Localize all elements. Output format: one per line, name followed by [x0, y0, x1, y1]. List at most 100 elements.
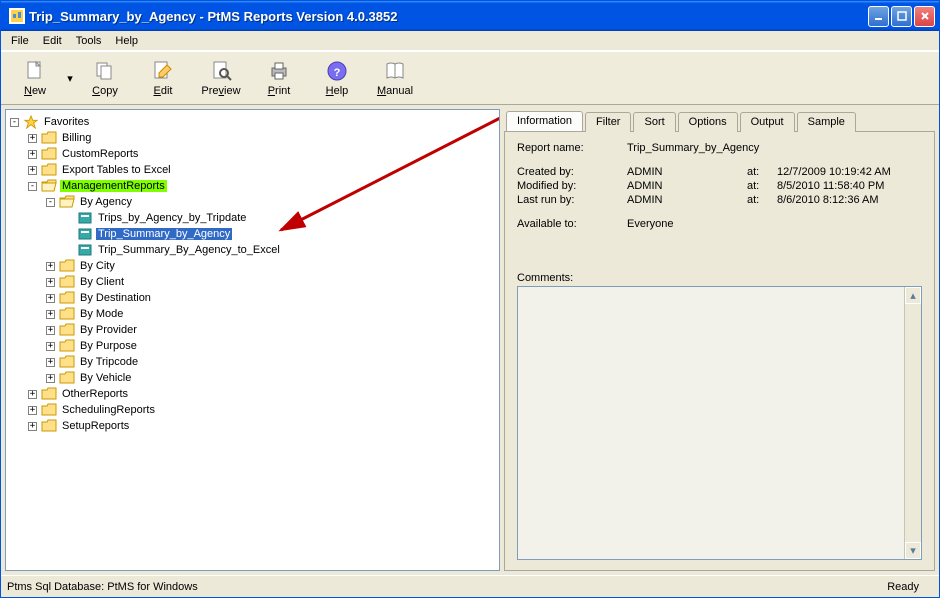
status-ready: Ready — [887, 581, 919, 593]
menu-file[interactable]: File — [5, 33, 35, 49]
collapse-icon[interactable]: - — [46, 198, 55, 207]
folder-icon — [59, 275, 75, 289]
folder-icon — [59, 339, 75, 353]
available-label: Available to: — [517, 218, 627, 230]
folder-icon — [59, 355, 75, 369]
report-icon — [77, 227, 93, 241]
comments-label: Comments: — [517, 272, 922, 284]
lastrun-label: Last run by: — [517, 194, 627, 206]
tree-bymode[interactable]: +By Mode — [10, 306, 495, 322]
expand-icon[interactable]: + — [46, 358, 55, 367]
new-button[interactable]: New — [7, 54, 63, 102]
tree-billing[interactable]: +Billing — [10, 130, 495, 146]
scroll-down-icon[interactable]: ▾ — [905, 542, 921, 559]
tree-report-1[interactable]: Trips_by_Agency_by_Tripdate — [10, 210, 495, 226]
expand-icon[interactable]: + — [46, 262, 55, 271]
tree-bydest[interactable]: +By Destination — [10, 290, 495, 306]
tree[interactable]: -Favorites +Billing +CustomReports +Expo… — [10, 114, 495, 434]
expand-icon[interactable]: + — [28, 150, 37, 159]
menu-edit[interactable]: Edit — [37, 33, 68, 49]
tree-byclient[interactable]: +By Client — [10, 274, 495, 290]
folder-icon — [59, 323, 75, 337]
folder-icon — [59, 371, 75, 385]
lastrun-at-label: at: — [747, 194, 777, 206]
close-button[interactable] — [914, 6, 935, 27]
expand-icon[interactable]: + — [28, 166, 37, 175]
content-area: -Favorites +Billing +CustomReports +Expo… — [1, 105, 939, 575]
created-at-label: at: — [747, 166, 777, 178]
comments-textarea[interactable]: ▴ ▾ — [517, 286, 922, 560]
collapse-icon[interactable]: - — [28, 182, 37, 191]
preview-button[interactable]: Preview — [193, 54, 249, 102]
expand-icon[interactable]: + — [28, 134, 37, 143]
expand-icon[interactable]: + — [46, 278, 55, 287]
tree-export[interactable]: +Export Tables to Excel — [10, 162, 495, 178]
scrollbar[interactable]: ▴ ▾ — [904, 287, 921, 559]
tab-sample[interactable]: Sample — [797, 112, 856, 132]
tree-panel[interactable]: -Favorites +Billing +CustomReports +Expo… — [5, 109, 500, 571]
copy-button[interactable]: Copy — [77, 54, 133, 102]
menu-tools[interactable]: Tools — [70, 33, 108, 49]
new-dropdown[interactable]: ▾ — [65, 72, 75, 85]
manual-button[interactable]: Manual — [367, 54, 423, 102]
tree-byvehicle[interactable]: +By Vehicle — [10, 370, 495, 386]
tree-favorites[interactable]: -Favorites — [10, 114, 495, 130]
scroll-up-icon[interactable]: ▴ — [905, 287, 921, 304]
tree-setup[interactable]: +SetupReports — [10, 418, 495, 434]
folder-icon — [41, 163, 57, 177]
expand-icon[interactable]: + — [46, 310, 55, 319]
tab-output[interactable]: Output — [740, 112, 795, 132]
expand-icon[interactable]: + — [28, 406, 37, 415]
svg-text:?: ? — [334, 67, 341, 79]
expand-icon[interactable]: + — [46, 294, 55, 303]
minimize-button[interactable] — [868, 6, 889, 27]
menubar: File Edit Tools Help — [1, 31, 939, 51]
expand-icon[interactable]: + — [28, 390, 37, 399]
folder-icon — [59, 307, 75, 321]
info-panel: Information Filter Sort Options Output S… — [504, 109, 935, 571]
tree-report-2-selected[interactable]: Trip_Summary_by_Agency — [10, 226, 495, 242]
print-icon — [267, 59, 291, 83]
help-button[interactable]: ? Help — [309, 54, 365, 102]
report-icon — [77, 243, 93, 257]
collapse-icon[interactable]: - — [10, 118, 19, 127]
tab-sort[interactable]: Sort — [633, 112, 675, 132]
expand-icon[interactable]: + — [46, 374, 55, 383]
tab-filter[interactable]: Filter — [585, 112, 631, 132]
modified-at-label: at: — [747, 180, 777, 192]
tree-bycity[interactable]: +By City — [10, 258, 495, 274]
folder-icon — [41, 403, 57, 417]
created-label: Created by: — [517, 166, 627, 178]
expand-icon[interactable]: + — [46, 342, 55, 351]
preview-icon — [209, 59, 233, 83]
tree-byagency[interactable]: -By Agency — [10, 194, 495, 210]
folder-icon — [41, 387, 57, 401]
print-button[interactable]: Print — [251, 54, 307, 102]
report-icon — [77, 211, 93, 225]
tab-options[interactable]: Options — [678, 112, 738, 132]
expand-icon[interactable]: + — [28, 422, 37, 431]
tree-bytripcode[interactable]: +By Tripcode — [10, 354, 495, 370]
edit-button[interactable]: Edit — [135, 54, 191, 102]
tree-custom[interactable]: +CustomReports — [10, 146, 495, 162]
status-db: Ptms Sql Database: PtMS for Windows — [7, 581, 198, 593]
tree-sched[interactable]: +SchedulingReports — [10, 402, 495, 418]
tab-information[interactable]: Information — [506, 111, 583, 131]
tree-byprovider[interactable]: +By Provider — [10, 322, 495, 338]
star-icon — [23, 115, 39, 129]
tree-other[interactable]: +OtherReports — [10, 386, 495, 402]
modified-at: 8/5/2010 11:58:40 PM — [777, 180, 884, 192]
folder-open-icon — [41, 179, 57, 193]
titlebar[interactable]: Trip_Summary_by_Agency - PtMS Reports Ve… — [1, 1, 939, 31]
app-window: Trip_Summary_by_Agency - PtMS Reports Ve… — [0, 0, 940, 598]
modified-label: Modified by: — [517, 180, 627, 192]
maximize-button[interactable] — [891, 6, 912, 27]
app-icon — [9, 8, 25, 24]
tree-report-3[interactable]: Trip_Summary_By_Agency_to_Excel — [10, 242, 495, 258]
created-by: ADMIN — [627, 166, 747, 178]
tree-management[interactable]: -ManagementReports — [10, 178, 495, 194]
tree-bypurpose[interactable]: +By Purpose — [10, 338, 495, 354]
expand-icon[interactable]: + — [46, 326, 55, 335]
lastrun-by: ADMIN — [627, 194, 747, 206]
menu-help[interactable]: Help — [109, 33, 144, 49]
